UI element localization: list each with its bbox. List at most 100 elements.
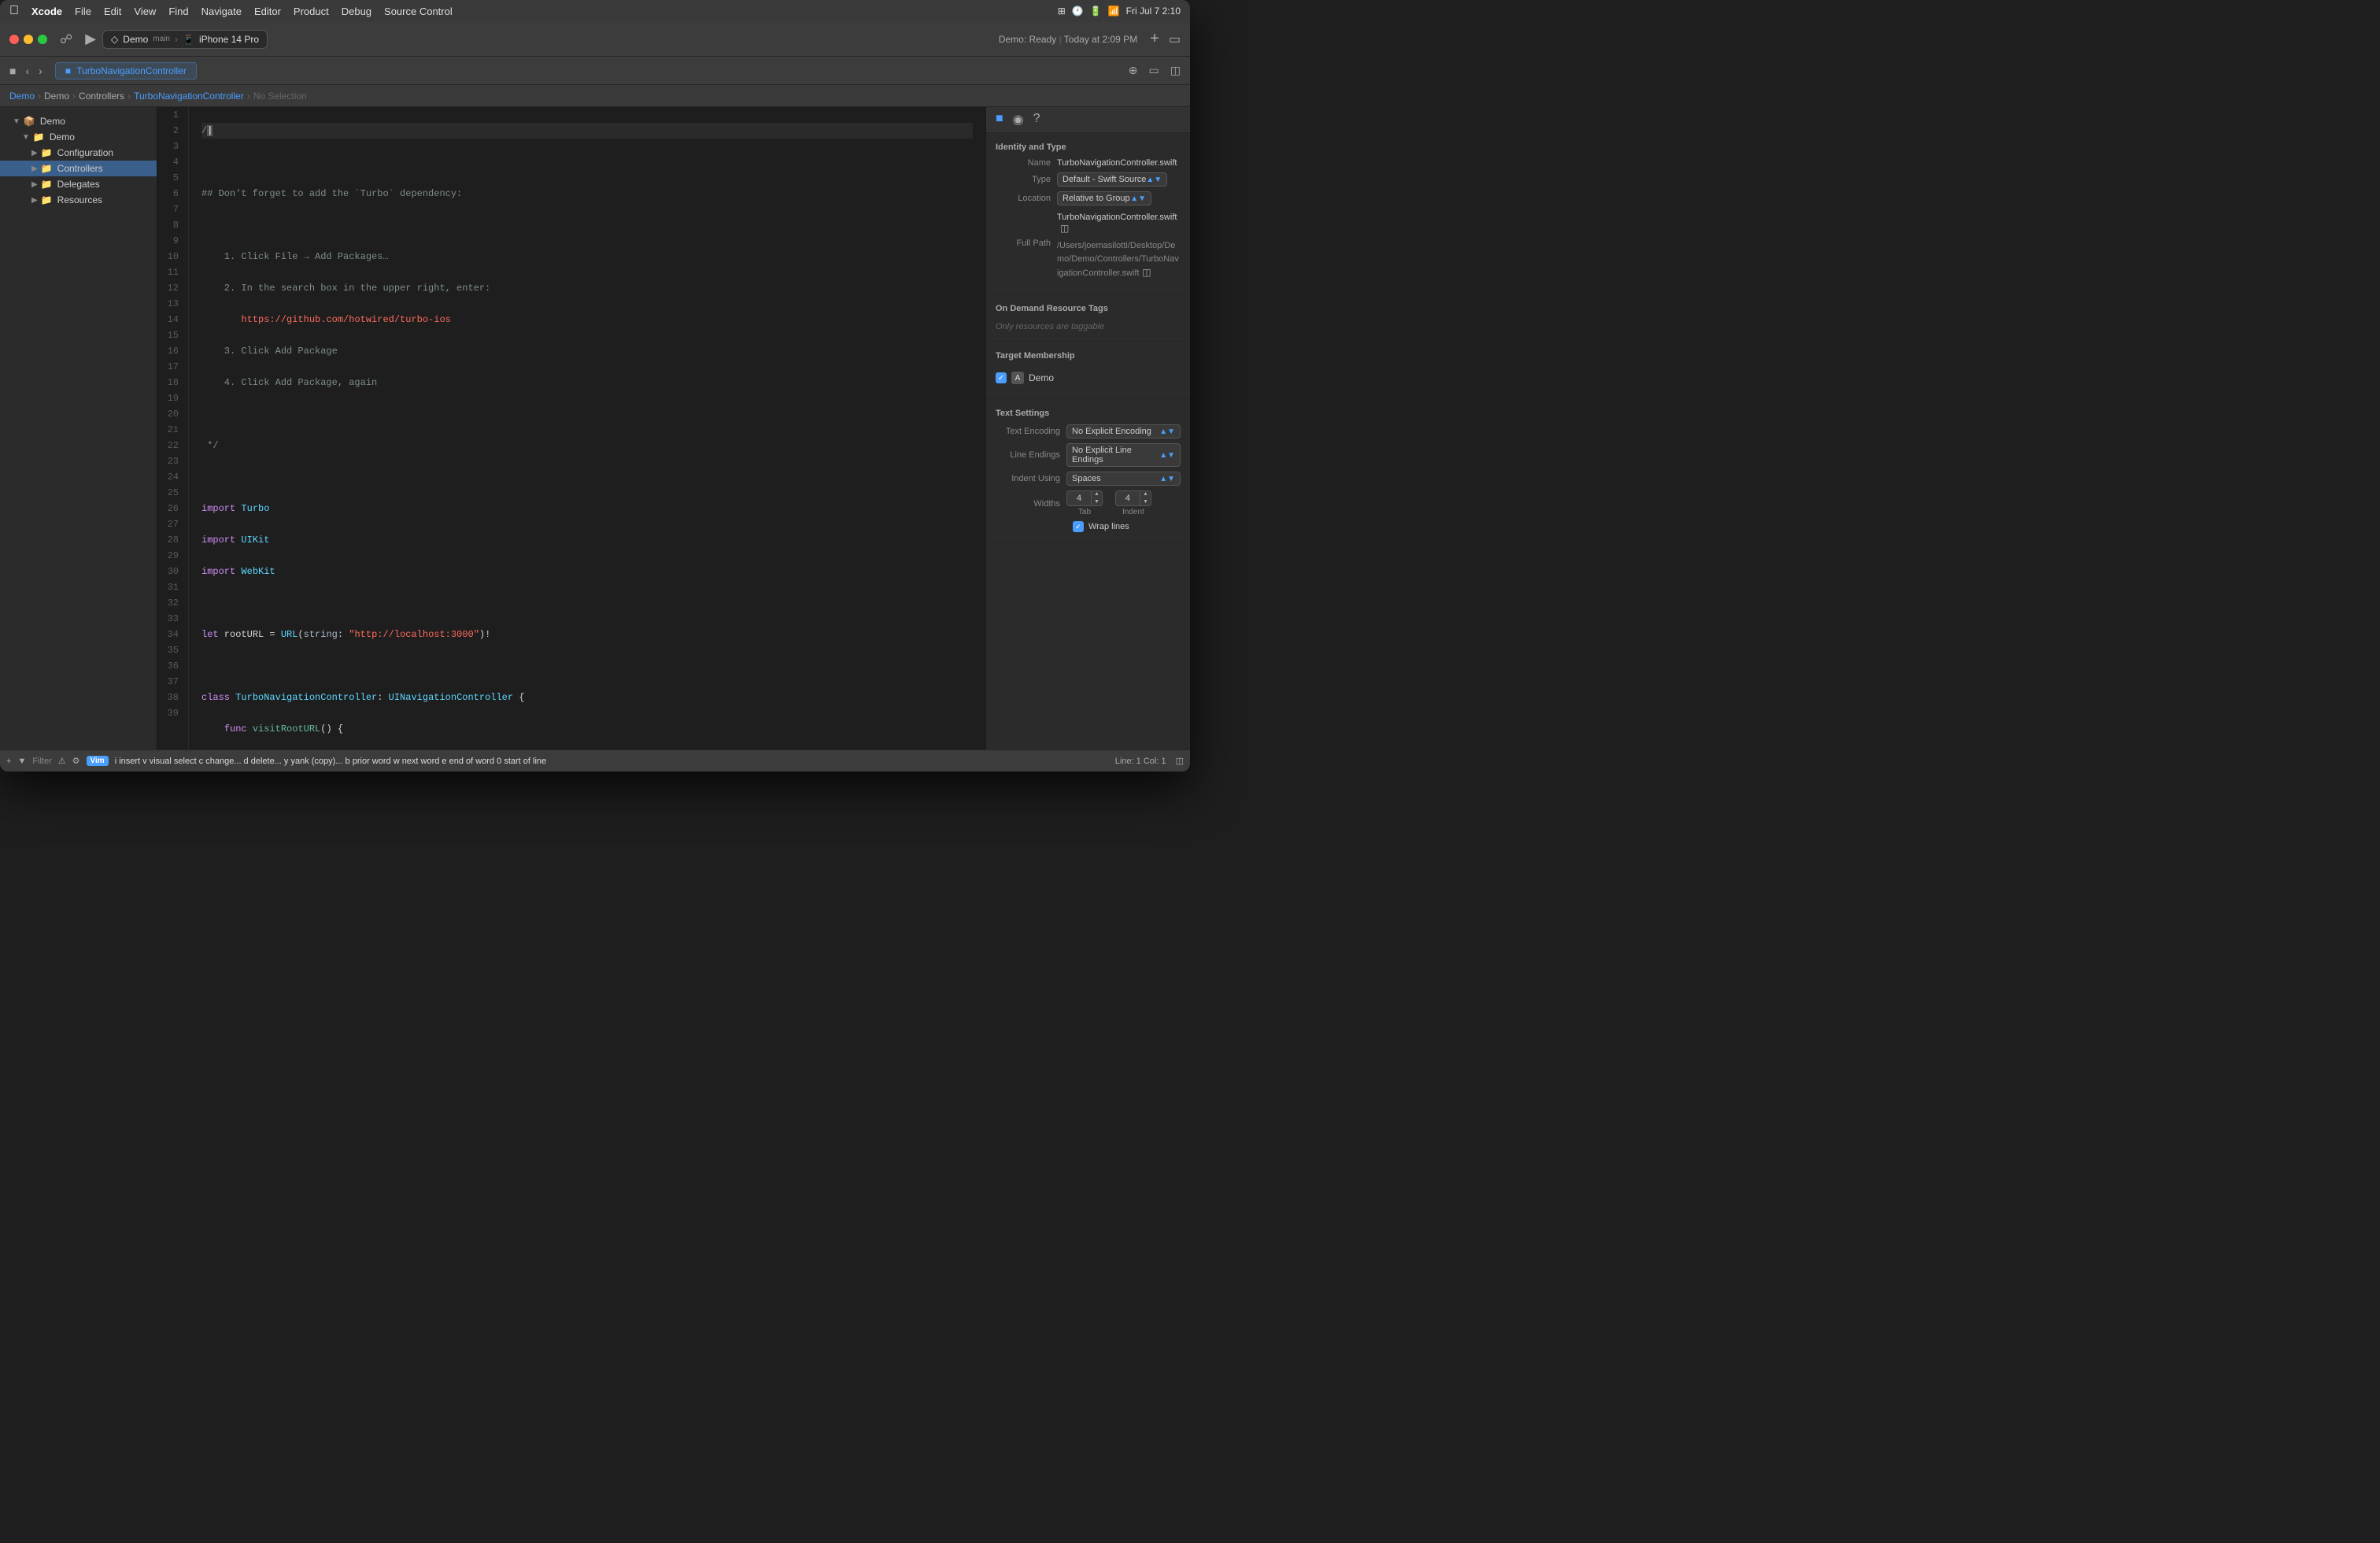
code-line-10 — [201, 406, 973, 422]
tab-width-group: 4 ▲ ▼ Tab — [1066, 490, 1103, 516]
filter-button[interactable]: ▼ — [17, 757, 26, 766]
menu-view[interactable]: View — [134, 6, 156, 17]
status-text: Demo: Ready — [999, 34, 1056, 45]
indent-stepper-arrows[interactable]: ▲ ▼ — [1140, 490, 1151, 506]
indent-width-stepper[interactable]: 4 ▲ ▼ — [1115, 490, 1151, 506]
inspector-tab-history[interactable]: ◉ — [1013, 112, 1024, 128]
apple-menu[interactable]:  — [9, 4, 19, 18]
dropdown-arrow-lineendings: ▲▼ — [1159, 451, 1175, 460]
filter-label[interactable]: Filter — [32, 757, 51, 766]
status-time: Today at 2:09 PM — [1064, 34, 1137, 45]
build-status: Demo: Ready | Today at 2:09 PM — [999, 34, 1137, 45]
inspector-location-file: TurboNavigationController.swift — [1057, 213, 1177, 222]
menu-debug[interactable]: Debug — [342, 6, 371, 17]
menu-product[interactable]: Product — [294, 6, 329, 17]
vim-mode-text: i insert v visual select c change... d d… — [115, 757, 546, 766]
inspector-toggle[interactable]: ▭ — [1169, 31, 1181, 47]
scheme-selector[interactable]: ◇ Demo main › 📱 iPhone 14 Pro — [102, 30, 268, 49]
sidebar-toggle[interactable]: ☍ — [60, 31, 72, 47]
split-editor-button[interactable]: ▭ — [1146, 62, 1162, 79]
tab-file-icon: ■ — [65, 65, 71, 76]
code-line-14: import UIKit — [201, 532, 973, 548]
code-line-19: class TurboNavigationController: UINavig… — [201, 690, 973, 705]
line-numbers: 12345 678910 1112131415 1617181920 21222… — [157, 107, 189, 749]
browse-location-button[interactable]: ◫ — [1060, 223, 1069, 234]
inspector-fullpath-label: Full Path — [996, 239, 1051, 248]
menu-navigate[interactable]: Navigate — [201, 6, 242, 17]
navigator-toggle[interactable]: ■ — [6, 63, 19, 79]
inspector-identity-section: Identity and Type Name TurboNavigationCo… — [986, 133, 1190, 294]
related-items-button[interactable]: ⊕ — [1125, 62, 1141, 79]
inspector-location-dropdown[interactable]: Relative to Group ▲▼ — [1057, 191, 1151, 205]
breadcrumb-bar: Demo › Demo › Controllers › TurboNavigat… — [0, 85, 1190, 107]
menu-editor[interactable]: Editor — [254, 6, 281, 17]
target-checkbox[interactable]: ✓ — [996, 372, 1007, 383]
folder-icon-demo: 📁 — [33, 131, 45, 142]
wrap-lines-checkbox[interactable]: ✓ — [1073, 521, 1084, 532]
breadcrumb-demo2[interactable]: Demo — [44, 91, 69, 102]
forward-button[interactable]: › — [35, 63, 46, 79]
tab-stepper-arrows[interactable]: ▲ ▼ — [1091, 490, 1102, 506]
sidebar-item-controllers[interactable]: ▶ 📁 Controllers — [0, 161, 157, 176]
maximize-button[interactable] — [38, 35, 47, 44]
menu-source-control[interactable]: Source Control — [384, 6, 453, 17]
toolbar: ■ ‹ › ■ TurboNavigationController ⊕ ▭ ◫ — [0, 57, 1190, 85]
settings-bottom-button[interactable]: ⚙ — [72, 756, 80, 766]
app-menu-xcode[interactable]: Xcode — [31, 6, 62, 17]
code-content[interactable]: /| ## Don't forget to add the `Turbo` de… — [189, 107, 985, 749]
breadcrumb-file[interactable]: TurboNavigationController — [134, 91, 244, 102]
indent-stepper-up[interactable]: ▲ — [1140, 490, 1151, 498]
text-encoding-value: No Explicit Encoding — [1072, 427, 1151, 436]
close-button[interactable] — [9, 35, 19, 44]
indent-using-value: Spaces — [1072, 474, 1101, 483]
bottom-icon: ◫ — [1176, 756, 1184, 766]
code-editor-area[interactable]: 12345 678910 1112131415 1617181920 21222… — [157, 107, 985, 749]
code-line-9: 4. Click Add Package, again — [201, 375, 973, 390]
text-encoding-row: Text Encoding No Explicit Encoding ▲▼ — [996, 424, 1181, 438]
back-button[interactable]: ‹ — [22, 63, 32, 79]
text-encoding-dropdown[interactable]: No Explicit Encoding ▲▼ — [1066, 424, 1181, 438]
widths-label: Widths — [996, 499, 1066, 509]
tab-turbonavcontroller[interactable]: ■ TurboNavigationController — [55, 62, 197, 80]
run-button[interactable]: ▶ — [85, 31, 96, 47]
breadcrumb-demo1[interactable]: Demo — [9, 91, 35, 102]
inspector-name-row: Name TurboNavigationController.swift — [996, 158, 1181, 168]
inspector-tab-file[interactable]: ■ — [996, 112, 1003, 128]
add-editor-button[interactable]: + — [1150, 30, 1159, 48]
tab-width-value: 4 — [1067, 494, 1091, 503]
breadcrumb-controllers[interactable]: Controllers — [79, 91, 124, 102]
target-app-icon: A — [1011, 372, 1024, 384]
menu-find[interactable]: Find — [168, 6, 188, 17]
code-editor[interactable]: 12345 678910 1112131415 1617181920 21222… — [157, 107, 985, 749]
code-line-16 — [201, 595, 973, 611]
sidebar-item-configuration[interactable]: ▶ 📁 Configuration — [0, 145, 157, 161]
menu-edit[interactable]: Edit — [104, 6, 121, 17]
main-window:  Xcode File Edit View Find Navigate Edi… — [0, 0, 1190, 772]
sidebar-item-demo[interactable]: ▼ 📁 Demo — [0, 129, 157, 145]
menu-file[interactable]: File — [75, 6, 91, 17]
sidebar-item-delegates[interactable]: ▶ 📁 Delegates — [0, 176, 157, 192]
inspector-tab-help[interactable]: ? — [1033, 112, 1040, 128]
indent-stepper-down[interactable]: ▼ — [1140, 498, 1151, 506]
wrap-lines-label: Wrap lines — [1088, 522, 1129, 531]
tab-stepper-down[interactable]: ▼ — [1092, 498, 1102, 506]
browse-fullpath-button[interactable]: ◫ — [1142, 267, 1151, 278]
code-line-17: let rootURL = URL(string: "http://localh… — [201, 627, 973, 642]
tab-stepper-up[interactable]: ▲ — [1092, 490, 1102, 498]
warning-button[interactable]: ⚠ — [58, 756, 66, 766]
line-endings-dropdown[interactable]: No Explicit Line Endings ▲▼ — [1066, 443, 1181, 467]
sidebar-label-demo: Demo — [50, 131, 75, 142]
sidebar-label-delegates: Delegates — [57, 179, 100, 190]
minimize-button[interactable] — [24, 35, 33, 44]
inspector-textsettings-section: Text Settings Text Encoding No Explicit … — [986, 399, 1190, 542]
add-file-button[interactable]: + — [6, 757, 11, 766]
device-icon: 📱 — [183, 34, 194, 45]
sidebar-item-resources[interactable]: ▶ 📁 Resources — [0, 192, 157, 208]
indent-using-dropdown[interactable]: Spaces ▲▼ — [1066, 472, 1181, 486]
editor-options-button[interactable]: ◫ — [1167, 62, 1184, 79]
code-line-18 — [201, 658, 973, 674]
tab-width-stepper[interactable]: 4 ▲ ▼ — [1066, 490, 1103, 506]
inspector-type-dropdown[interactable]: Default - Swift Source ▲▼ — [1057, 172, 1167, 187]
sidebar-item-demo-root[interactable]: ▼ 📦 Demo — [0, 113, 157, 129]
folder-icon-resources: 📁 — [41, 194, 53, 205]
